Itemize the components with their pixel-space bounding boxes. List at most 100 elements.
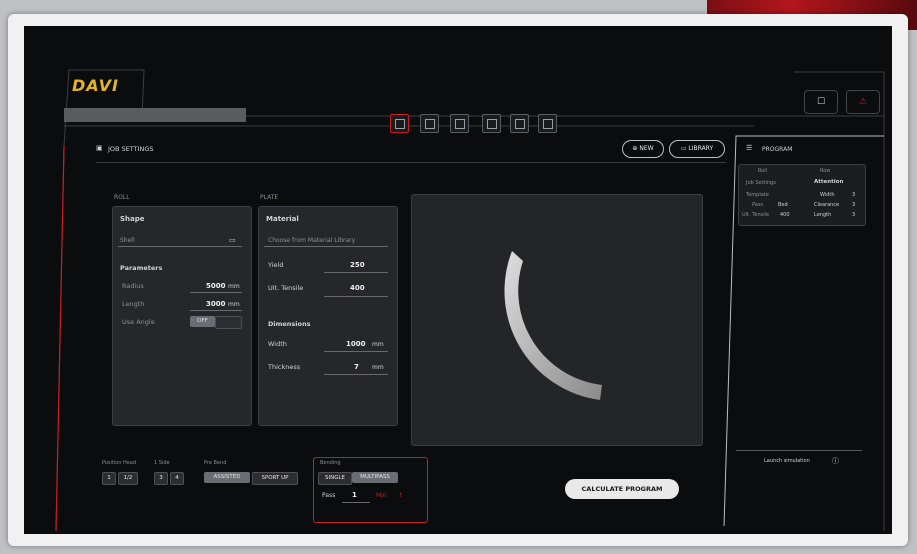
thickness-unit: mm — [372, 364, 384, 371]
side-b[interactable]: 4 — [170, 472, 184, 485]
page-title: JOB SETTINGS — [108, 145, 154, 153]
ult-input[interactable]: 400 — [350, 284, 365, 292]
program-r1b: Attention — [814, 179, 844, 185]
material-label: Material — [266, 215, 299, 223]
roll-section-title: ROLL — [114, 194, 130, 201]
plate-section-title: PLATE — [260, 194, 279, 201]
alert-icon: ⚠ — [858, 97, 868, 107]
program-r4c: Length — [814, 212, 832, 218]
new-label: NEW — [639, 145, 654, 152]
width-unit: mm — [372, 341, 384, 348]
position-head-label: Position Head — [102, 460, 137, 466]
position-head-b[interactable]: 1/2 — [118, 472, 138, 485]
bending-highlight — [313, 457, 428, 523]
yield-label: Yield — [268, 261, 284, 269]
program-r3b: Bed — [778, 202, 788, 208]
program-r3c: Clearance — [814, 202, 840, 208]
yield-underline — [324, 272, 388, 273]
toolbar-folder[interactable] — [482, 114, 501, 133]
shape-label: Shape — [120, 215, 145, 223]
width-label: Width — [268, 340, 287, 348]
program-r4b: 400 — [780, 212, 790, 218]
curved-plate-preview — [504, 251, 602, 400]
toolbar-search-doc[interactable] — [450, 114, 469, 133]
chevron-down-icon: ▭ — [229, 236, 236, 244]
width-underline — [324, 351, 388, 352]
info-icon[interactable]: ⓘ — [832, 456, 839, 466]
radius-unit: mm — [228, 283, 240, 290]
grid-icon — [543, 119, 553, 129]
side-a[interactable]: 3 — [154, 472, 168, 485]
program-r3a: Pass — [752, 202, 764, 208]
pre-bend-assisted[interactable]: ASSISTED — [204, 472, 250, 483]
program-col2: Row — [820, 168, 831, 174]
material-underline — [264, 246, 388, 247]
angle-toggle-on[interactable] — [215, 316, 242, 329]
job-settings-icon: ▣ — [96, 144, 103, 152]
toolbar-list[interactable] — [420, 114, 439, 133]
chat-button[interactable]: ☐ — [804, 90, 838, 114]
toolbar-job-settings[interactable] — [390, 114, 409, 133]
program-r4d: 3 — [852, 212, 856, 218]
chat-icon: ☐ — [816, 97, 826, 107]
pass-unit: Min. — [376, 492, 389, 499]
thickness-underline — [324, 374, 388, 375]
length-input[interactable]: 3000 — [206, 300, 225, 308]
image-icon — [515, 119, 525, 129]
program-footer-divider — [736, 450, 862, 451]
yield-input[interactable]: 250 — [350, 261, 365, 269]
thickness-label: Thickness — [268, 363, 301, 371]
radius-label: Radius — [122, 282, 144, 290]
ult-underline — [324, 296, 388, 297]
program-col1: Roll — [758, 168, 768, 174]
job-settings-icon — [395, 119, 405, 129]
length-label: Length — [122, 300, 145, 308]
program-list-icon: ☰ — [746, 144, 753, 152]
thickness-input[interactable]: 7 — [354, 363, 359, 371]
side-label: 1 Side — [154, 460, 170, 466]
width-input[interactable]: 1000 — [346, 340, 365, 348]
program-r2a: Template — [746, 192, 769, 198]
material-select[interactable]: Choose from Material Library — [268, 237, 355, 244]
toolbar-image[interactable] — [510, 114, 529, 133]
pass-label: Pass — [322, 492, 336, 499]
pre-bend-label: Pre Bend — [204, 460, 227, 466]
program-r1a: Job Settings — [746, 180, 776, 186]
library-button[interactable]: ▭ LIBRARY — [669, 140, 725, 158]
angle-toggle-off[interactable]: OFF — [190, 316, 215, 327]
list-icon — [425, 119, 435, 129]
monitor: DAVI ☐ ⚠ ▣ JOB SETTINGS ⊕ NEW ▭ LIBRARY … — [8, 14, 908, 546]
app-screen: DAVI ☐ ⚠ ▣ JOB SETTINGS ⊕ NEW ▭ LIBRARY … — [24, 26, 892, 534]
logo-underbar — [64, 108, 246, 122]
launch-simulation-link[interactable]: Launch simulation — [764, 458, 810, 464]
radius-input[interactable]: 5000 — [206, 282, 225, 290]
pre-bend-sport-up[interactable]: SPORT UP — [252, 472, 298, 485]
search-doc-icon — [455, 119, 465, 129]
program-r4a: Ult. Tensile — [742, 212, 770, 218]
alert-button[interactable]: ⚠ — [846, 90, 880, 114]
length-underline — [190, 310, 242, 311]
ult-label: Ult. Tensile — [268, 284, 304, 292]
app-logo: DAVI — [72, 76, 119, 95]
position-head-a[interactable]: 1 — [102, 472, 116, 485]
dimensions-label: Dimensions — [268, 320, 311, 328]
program-r2b: Width — [820, 192, 835, 198]
shape-underline — [118, 246, 242, 247]
library-label: LIBRARY — [688, 145, 714, 152]
new-button[interactable]: ⊕ NEW — [622, 140, 664, 158]
header-divider — [96, 162, 726, 163]
pass-input[interactable]: 1 — [352, 491, 357, 499]
calculate-program-button[interactable]: CALCULATE PROGRAM — [565, 479, 679, 499]
pass-up-icon[interactable]: ↑ — [398, 492, 403, 499]
program-r2c: 3 — [852, 192, 856, 198]
bending-multipass[interactable]: MULTIPASS — [352, 472, 398, 483]
radius-underline — [190, 292, 242, 293]
length-unit: mm — [228, 301, 240, 308]
program-title: PROGRAM — [762, 146, 793, 153]
shape-select[interactable]: Shell — [120, 237, 135, 244]
bending-single[interactable]: SINGLE — [318, 472, 352, 485]
toolbar-grid[interactable] — [538, 114, 557, 133]
pass-underline — [342, 502, 370, 503]
angle-label: Use Angle — [122, 318, 155, 326]
folder-icon — [487, 119, 497, 129]
